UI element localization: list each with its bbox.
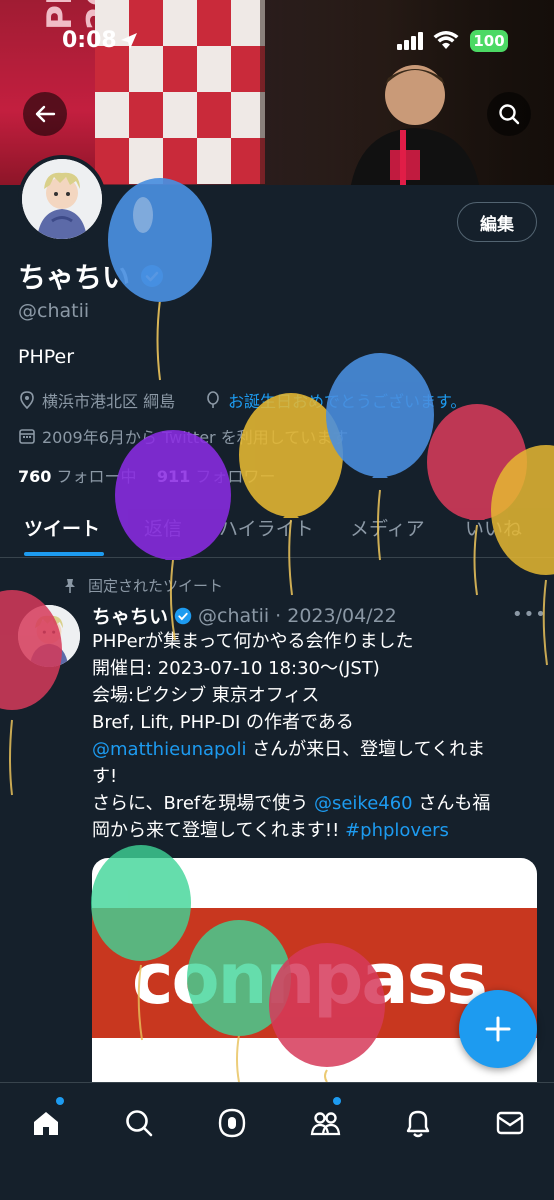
home-icon [34, 1112, 58, 1135]
more-options-icon[interactable]: ••• [512, 604, 547, 625]
following-link[interactable]: 760 フォロー中 [18, 467, 137, 486]
follow-stats: 760 フォロー中 911 フォロワー [18, 463, 275, 487]
nav-spaces[interactable] [212, 1103, 252, 1143]
battery-indicator: 100 [470, 30, 508, 52]
nav-home[interactable] [26, 1097, 66, 1143]
followers-label: フォロワー [195, 467, 276, 486]
tweet-line: す! [92, 766, 118, 787]
search-icon [499, 104, 520, 125]
tweet-line: @matthieunapoli さんが来日、登壇してくれま [92, 736, 542, 763]
birthday-text[interactable]: お誕生日おめでとうございます。 [228, 388, 466, 412]
compose-tweet-button[interactable] [459, 990, 537, 1068]
tweet-text: PHPerが集まって何かやる会作りました 開催日: 2023-07-10 18:… [92, 628, 542, 844]
tab-replies[interactable]: 返信 [144, 514, 182, 541]
pin-icon [65, 578, 75, 593]
profile-location: 横浜市港北区 綱島 [18, 388, 175, 412]
followers-link[interactable]: 911 フォロワー [157, 467, 276, 486]
tweet-line: 開催日: 2023-07-10 18:30～(JST) [92, 658, 380, 679]
bell-icon [406, 1110, 430, 1138]
mail-icon [496, 1111, 524, 1135]
tweet-line-text: さらに、Brefを現場で使う [92, 793, 314, 814]
nav-messages[interactable] [490, 1103, 530, 1143]
tweet-line-text: 岡から来て登壇してくれます!! [92, 820, 346, 841]
avatar-illustration [22, 159, 102, 239]
home-notification-dot [56, 1097, 64, 1105]
nav-communities[interactable] [305, 1097, 345, 1143]
tab-highlights[interactable]: ハイライト [219, 514, 314, 541]
tweet-author-handle: @chatii [198, 604, 270, 627]
profile-handle: @chatii [18, 300, 90, 322]
tweet-link-card[interactable]: connpass [92, 858, 537, 1098]
tab-tweets[interactable]: ツイート [24, 514, 100, 541]
arrow-left-icon [35, 105, 56, 123]
back-button[interactable] [23, 92, 67, 136]
following-count: 760 [18, 467, 52, 486]
mention-link[interactable]: @matthieunapoli [92, 739, 246, 760]
balloon-icon [207, 391, 219, 408]
mention-link[interactable]: @seike460 [314, 793, 413, 814]
tweet-line-text: さんも福 [412, 793, 491, 814]
location-arrow-icon [121, 33, 137, 49]
spaces-microphone-icon [218, 1108, 246, 1138]
tweet-line: 岡から来て登壇してくれます!! #phplovers [92, 817, 542, 844]
profile-bio: PHPer [18, 346, 75, 368]
joined-text: 2009年6月から Twitter を利用しています [42, 428, 349, 447]
tweet-date[interactable]: · 2023/04/22 [275, 605, 397, 627]
location-text: 横浜市港北区 綱島 [42, 392, 176, 411]
following-label: フォロー中 [56, 467, 137, 486]
tweet-header: ちゃちい @chatii · 2023/04/22 [92, 602, 397, 629]
wifi-icon [433, 31, 459, 49]
profile-birthday[interactable]: お誕生日おめでとうございます。 [204, 388, 466, 412]
search-button[interactable] [487, 92, 531, 136]
hashtag-link[interactable]: #phplovers [345, 820, 449, 841]
tweet-line: さらに、Brefを現場で使う @seike460 さんも福 [92, 790, 542, 817]
profile-joined: 2009年6月から Twitter を利用しています [18, 424, 348, 448]
plus-icon [485, 1016, 511, 1042]
avatar-illustration [18, 605, 80, 667]
profile-tabs: ツイート 返信 ハイライト メディア いいね [0, 500, 554, 558]
tweet-line: 会場:ピクシブ 東京オフィス [92, 685, 320, 706]
profile-name: ちゃちい [18, 261, 131, 294]
search-icon [126, 1110, 153, 1137]
profile-avatar[interactable] [18, 155, 106, 243]
cellular-signal-icon [397, 32, 423, 50]
nav-search[interactable] [119, 1103, 159, 1143]
edit-profile-button[interactable]: 編集 [457, 202, 537, 242]
tweet-line-text: さんが来日、登壇してくれま [246, 739, 486, 760]
pinned-text: 固定されたツイート [88, 577, 224, 595]
status-time: 0:08 [62, 28, 117, 53]
calendar-icon [19, 429, 35, 444]
tab-media[interactable]: メディア [350, 514, 425, 541]
location-pin-icon [20, 391, 34, 409]
followers-count: 911 [156, 467, 191, 486]
verified-badge-icon [174, 607, 192, 624]
tab-likes[interactable]: いいね [465, 514, 522, 541]
tweet-author-name[interactable]: ちゃちい [92, 602, 168, 629]
status-bar: 0:08 100 [0, 0, 554, 80]
verified-badge-icon[interactable] [140, 264, 164, 288]
active-tab-indicator [24, 552, 104, 556]
tweet-line: PHPerが集まって何かやる会作りました [92, 631, 414, 652]
bottom-tab-bar [0, 1082, 554, 1200]
tweet-line: Bref, Lift, PHP-DI の作者である [92, 712, 354, 733]
pinned-label: 固定されたツイート [62, 575, 223, 596]
communities-icon [310, 1112, 341, 1136]
communities-notification-dot [333, 1097, 341, 1105]
nav-notifications[interactable] [398, 1103, 438, 1143]
tweet-author-avatar[interactable] [18, 605, 80, 667]
card-logo-text: connpass [132, 938, 488, 1020]
